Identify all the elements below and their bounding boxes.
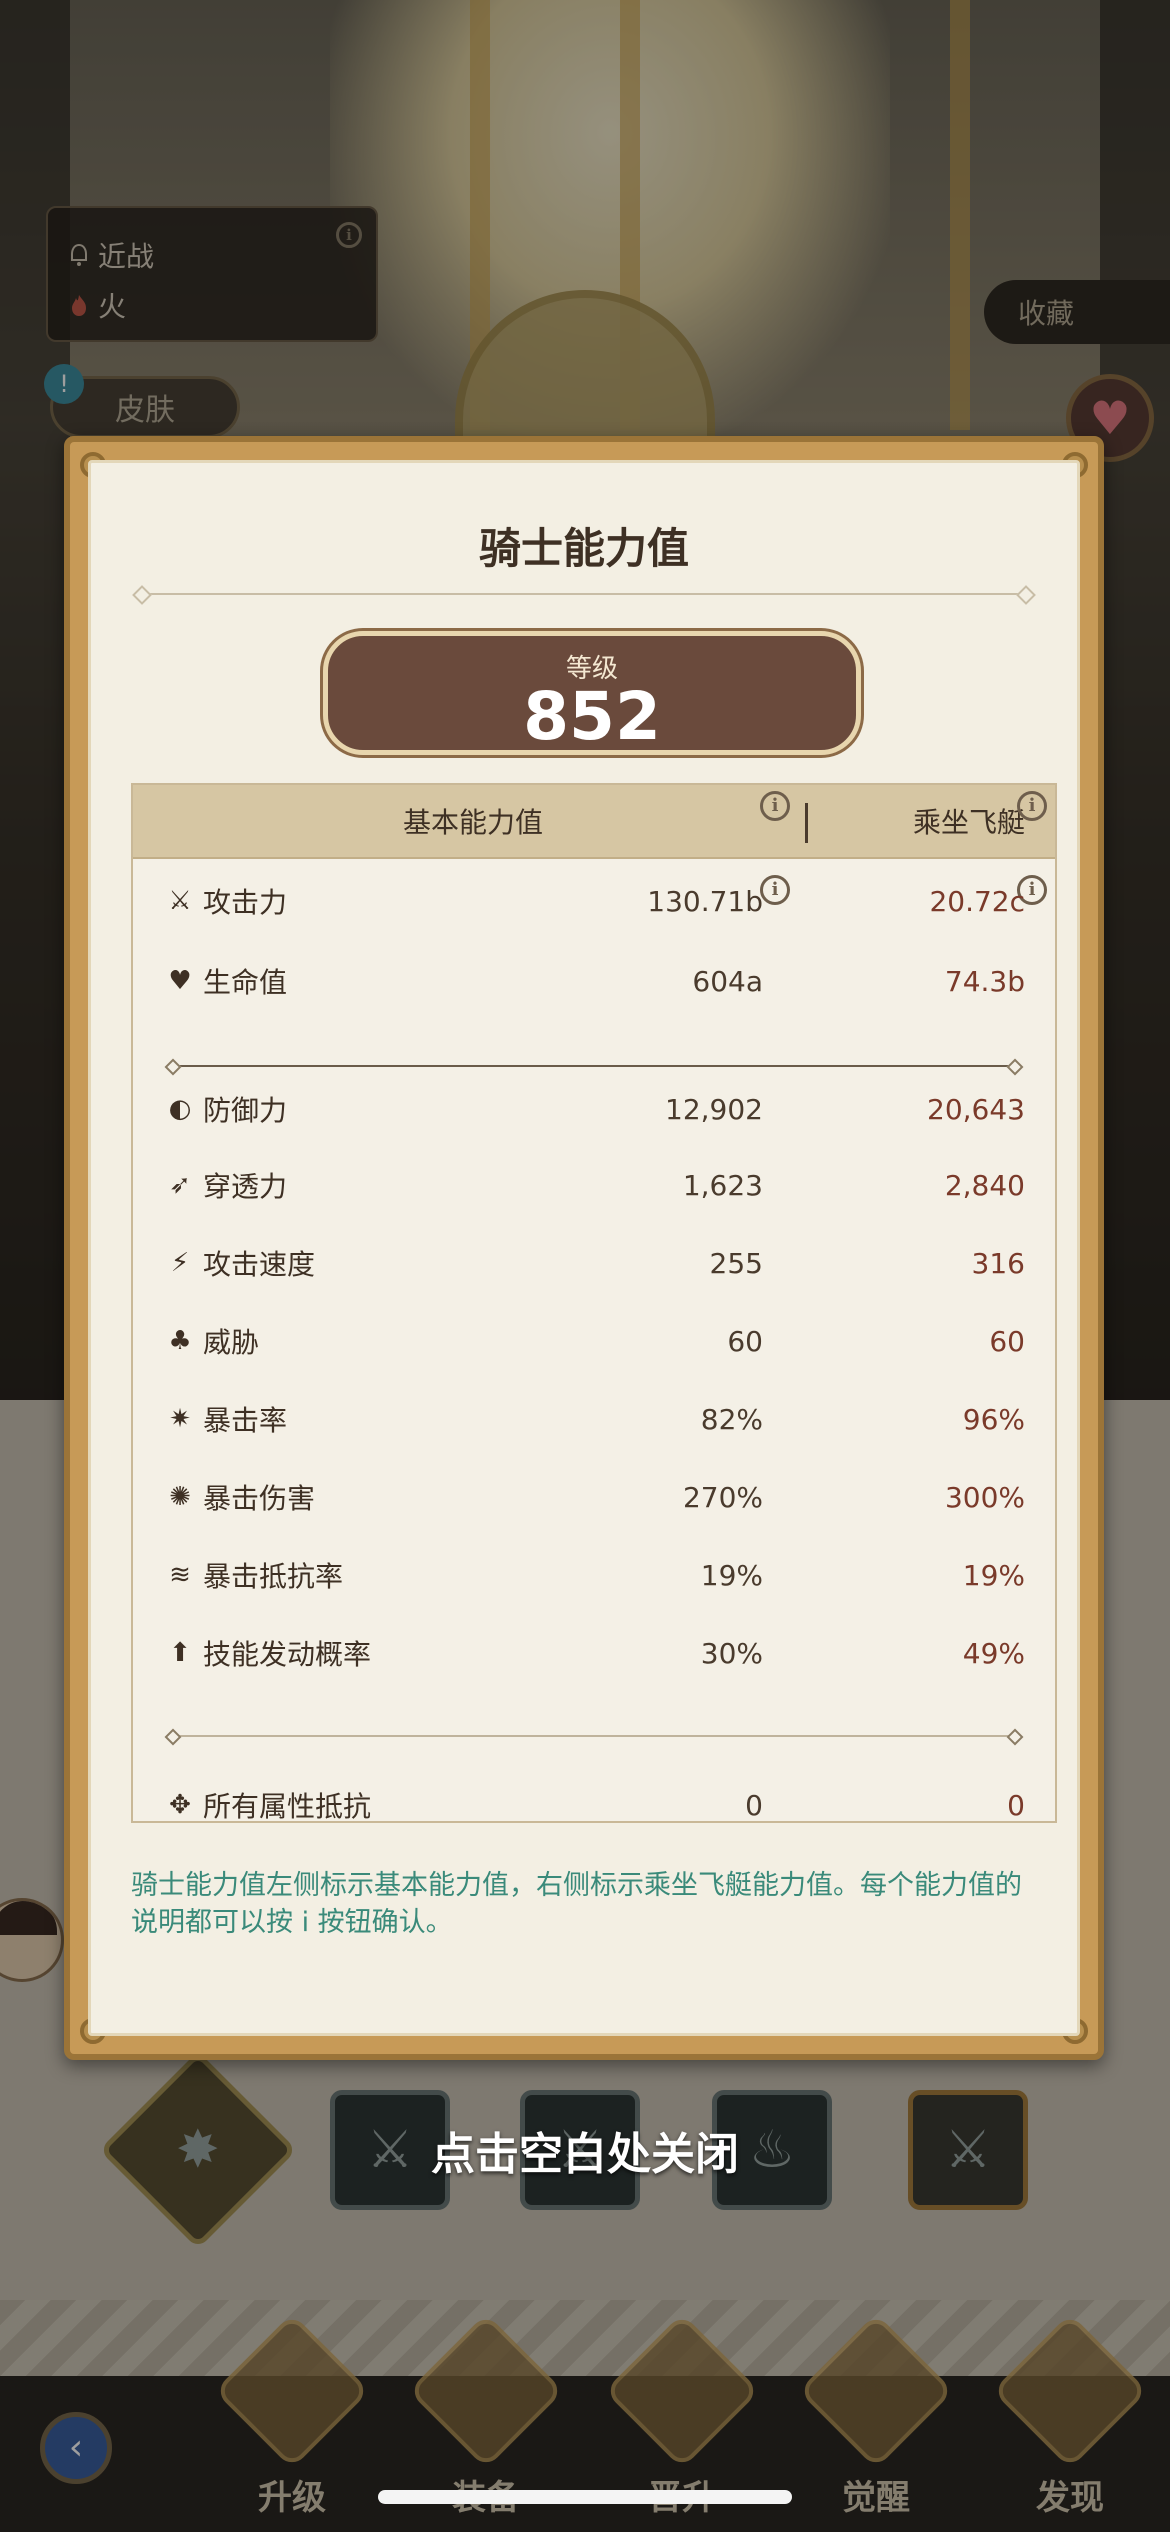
- stat-base-value: 255: [709, 1246, 763, 1280]
- stat-base-value: 12,902: [665, 1092, 763, 1126]
- mount-stats-info-icon[interactable]: i: [1017, 791, 1047, 821]
- stat-mount-value: 2,840: [944, 1168, 1025, 1202]
- level-badge: 等级 852: [323, 631, 861, 755]
- stat-mount-value: 74.3b: [944, 964, 1025, 998]
- modal-body: 骑士能力值 等级 852 基本能力值 i 乘坐飞艇 i i i ⚔ 攻击力 130.…: [88, 460, 1080, 2036]
- stat-name: 威胁: [203, 1326, 260, 1359]
- stat-name: 暴击伤害: [203, 1482, 316, 1515]
- crit-damage-icon: ✺: [169, 1482, 191, 1512]
- stat-row: ◐ 防御力 12,902 20,643: [133, 1079, 1055, 1139]
- stat-base-value: 270%: [682, 1480, 763, 1514]
- stat-row: ✥ 所有属性抵抗 0 0: [133, 1775, 1055, 1823]
- stat-mount-value: 0: [1007, 1788, 1025, 1822]
- stat-row: ≋ 暴击抵抗率 19% 19%: [133, 1545, 1055, 1605]
- modal-title: 骑士能力值: [478, 524, 689, 573]
- stat-row: ♥ 生命值 604a 74.3b: [133, 951, 1055, 1011]
- stat-mount-value: 300%: [944, 1480, 1025, 1514]
- title-divider: [141, 593, 1027, 595]
- stats-divider: [171, 1735, 1017, 1737]
- stat-row: ⚔ 攻击力 130.71b 20.72c: [133, 871, 1055, 931]
- stat-base-value: 604a: [692, 964, 763, 998]
- stat-base-value: 30%: [700, 1636, 763, 1670]
- stat-base-value: 60: [727, 1324, 763, 1358]
- stat-mount-value: 49%: [962, 1636, 1025, 1670]
- home-indicator: [378, 2490, 792, 2504]
- attack-speed-icon: ⚡: [170, 1248, 190, 1278]
- heart-icon: ♥: [168, 966, 192, 996]
- stat-row: ✷ 暴击率 82% 96%: [133, 1389, 1055, 1449]
- stat-base-value: 19%: [700, 1558, 763, 1592]
- stat-name: 穿透力: [203, 1170, 288, 1203]
- stat-name: 生命值: [203, 966, 288, 999]
- stat-mount-value: 20,643: [927, 1092, 1025, 1126]
- stat-mount-value: 19%: [962, 1558, 1025, 1592]
- stat-name: 防御力: [203, 1094, 288, 1127]
- stat-mount-value: 20.72c: [929, 884, 1025, 918]
- stat-base-value: 130.71b: [647, 884, 763, 918]
- stat-base-value: 0: [745, 1788, 763, 1822]
- stat-name: 暴击率: [203, 1404, 288, 1437]
- knight-stats-modal: 骑士能力值 等级 852 基本能力值 i 乘坐飞艇 i i i ⚔ 攻击力 130.…: [64, 436, 1104, 2060]
- stat-mount-value: 96%: [962, 1402, 1025, 1436]
- stats-table-header: 基本能力值 i 乘坐飞艇 i: [133, 785, 1055, 859]
- shield-icon: ◐: [168, 1094, 192, 1124]
- stat-row: ⚡ 攻击速度 255 316: [133, 1233, 1055, 1293]
- close-hint: 点击空白处关闭: [431, 2129, 739, 2180]
- stat-name: 攻击力: [203, 886, 288, 919]
- sword-icon: ⚔: [168, 886, 192, 916]
- stat-mount-value: 60: [989, 1324, 1025, 1358]
- stats-table[interactable]: 基本能力值 i 乘坐飞艇 i i i ⚔ 攻击力 130.71b 20.72c ♥ 生命值…: [131, 783, 1057, 1823]
- all-resist-icon: ✥: [169, 1790, 191, 1820]
- stat-base-value: 82%: [700, 1402, 763, 1436]
- stat-name: 所有属性抵抗: [203, 1790, 372, 1823]
- stat-row: ➶ 穿透力 1,623 2,840: [133, 1155, 1055, 1215]
- crit-resist-icon: ≋: [169, 1560, 191, 1590]
- stat-mount-value: 316: [971, 1246, 1025, 1280]
- skill-trigger-icon: ⬆: [169, 1638, 191, 1668]
- stat-row: ⬆ 技能发动概率 30% 49%: [133, 1623, 1055, 1683]
- stat-name: 攻击速度: [203, 1248, 316, 1281]
- base-stats-info-icon[interactable]: i: [760, 791, 790, 821]
- threat-icon: ♣: [168, 1326, 192, 1356]
- header-separator: [805, 803, 808, 843]
- level-value: 852: [523, 678, 661, 755]
- stats-explanation: 骑士能力值左侧标示基本能力值，右侧标示乘坐飞艇能力值。每个能力值的说明都可以按 …: [131, 1870, 1022, 1938]
- stats-divider: [171, 1065, 1017, 1067]
- stat-base-value: 1,623: [682, 1168, 763, 1202]
- header-base-stats: 基本能力值: [402, 806, 543, 839]
- stat-row: ✺ 暴击伤害 270% 300%: [133, 1467, 1055, 1527]
- stat-name: 技能发动概率: [203, 1638, 372, 1671]
- pierce-icon: ➶: [169, 1170, 191, 1200]
- stat-row: ♣ 威胁 60 60: [133, 1311, 1055, 1371]
- crit-rate-icon: ✷: [169, 1404, 191, 1434]
- stat-name: 暴击抵抗率: [203, 1560, 344, 1593]
